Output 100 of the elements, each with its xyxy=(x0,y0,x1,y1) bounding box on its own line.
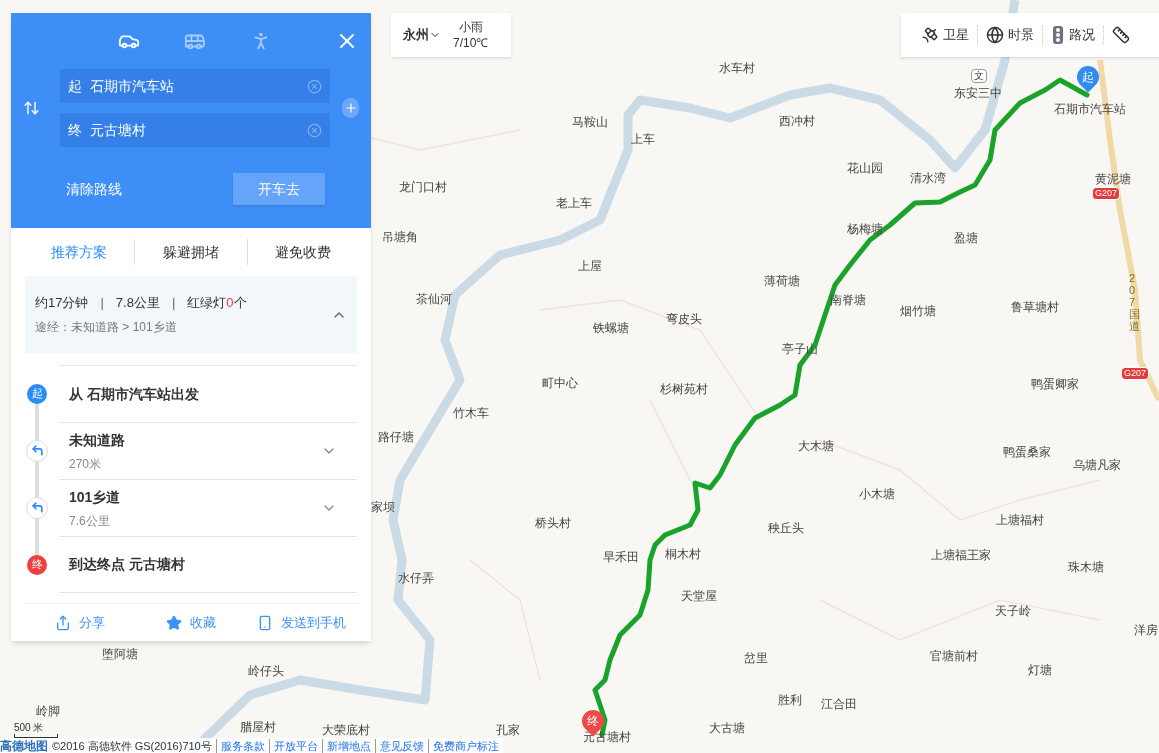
place-label: 鸭蛋桑家 xyxy=(1003,445,1051,459)
clear-icon[interactable] xyxy=(307,122,322,138)
footer-link[interactable]: 新增地点 xyxy=(321,738,371,753)
layer-button[interactable]: 时景 xyxy=(977,25,1042,45)
location-field[interactable]: 终 元古塘村 xyxy=(60,113,330,147)
place-label: 鲁草塘村 xyxy=(1011,300,1059,314)
location-field[interactable]: 起 石期市汽车站 xyxy=(60,69,330,103)
school-sign: 文 xyxy=(971,69,987,83)
layer-button[interactable]: 卫星 xyxy=(913,25,977,45)
ruler-icon xyxy=(1112,26,1130,44)
place-label: 上塘福王家 xyxy=(931,548,991,562)
place-label: 西冲村 xyxy=(779,114,815,128)
place-label: 岭仔头 xyxy=(248,664,284,678)
place-label: 铁螺塘 xyxy=(593,321,629,335)
road-shield: G207 xyxy=(1121,367,1150,380)
footer-link[interactable]: 服务条款 xyxy=(215,738,265,753)
place-label: 老上车 xyxy=(556,196,592,210)
place-label: 早禾田 xyxy=(603,550,639,564)
place-label: 吊塘角 xyxy=(382,230,418,244)
route-option-tab[interactable]: 推荐方案 xyxy=(23,239,135,265)
turn-left-icon xyxy=(26,496,48,519)
place-label: 黄泥塘 xyxy=(1095,172,1131,186)
place-label: 鸭蛋卿家 xyxy=(1031,377,1079,391)
place-label: 灯塘 xyxy=(1028,663,1052,677)
footer-link[interactable]: 免费商户标注 xyxy=(427,738,499,753)
place-label: 胜利 xyxy=(778,693,802,707)
via-roads: 途经：未知道路 > 101乡道 xyxy=(35,319,178,337)
place-label: 珠木塘 xyxy=(1068,560,1104,574)
duration: 约17分钟 xyxy=(35,293,89,312)
layer-button[interactable]: 路况 xyxy=(1042,25,1103,45)
route-option-tab[interactable]: 避免收费 xyxy=(246,239,359,265)
place-label: 大荣底村 xyxy=(322,723,370,737)
place-label: 元古塘村 xyxy=(583,730,631,744)
place-label: 天堂屋 xyxy=(681,589,717,603)
end-badge: 终 xyxy=(27,554,47,575)
separator: | xyxy=(100,293,104,312)
scale-label: 500 米 xyxy=(14,722,45,734)
place-label: 大木塘 xyxy=(798,439,834,453)
field-value: 元古塘村 xyxy=(90,120,147,140)
place-label: 小木塘 xyxy=(859,487,895,501)
place-label: 桐木村 xyxy=(665,547,701,561)
place-label: 大古塘 xyxy=(709,721,745,735)
place-label: 家坝 xyxy=(371,500,395,514)
weather-condition: 小雨 xyxy=(458,19,483,35)
place-label: 龙门口村 xyxy=(399,180,447,194)
road-shield: G207 xyxy=(1092,187,1121,200)
turn-left-icon xyxy=(26,439,48,462)
place-label: 腊屋村 xyxy=(240,720,276,734)
footer-link[interactable]: 开放平台 xyxy=(268,738,318,753)
place-label: 水车村 xyxy=(719,61,755,75)
start-badge: 起 xyxy=(27,383,47,404)
satellite-icon xyxy=(921,26,939,44)
place-label: 上屋 xyxy=(578,259,602,273)
place-label: 孔家 xyxy=(496,723,520,737)
step-title: 到达终点 元古塘村 xyxy=(69,555,186,574)
step-distance: 7.6公里 xyxy=(69,512,111,530)
plus-icon xyxy=(343,101,358,115)
place-label: 东安三中 xyxy=(954,86,1002,100)
map-logo: 高德地图 xyxy=(0,738,48,753)
place-label: 薄荷塘 xyxy=(764,274,800,288)
footer-link[interactable]: 意见反馈 xyxy=(374,738,424,753)
action-button[interactable]: 收藏 xyxy=(135,612,247,633)
city-dropdown[interactable]: 永州 xyxy=(403,25,441,45)
action-button[interactable]: 分享 xyxy=(25,612,136,633)
separator: | xyxy=(171,293,176,312)
place-label: 乌塘凡家 xyxy=(1073,458,1121,472)
place-label: 官塘前村 xyxy=(930,649,978,663)
globe-icon xyxy=(986,26,1004,44)
action-button[interactable]: 发送到手机 xyxy=(246,612,357,633)
route-summary[interactable]: 约17分钟 | 7.8公里 | 红绿灯0个 途经：未知道路 > 101乡道 xyxy=(25,276,357,353)
step-title: 未知道路 xyxy=(69,430,126,450)
place-label: 町中心 xyxy=(542,376,578,390)
drive-button[interactable]: 开车去 xyxy=(233,173,325,205)
share-icon xyxy=(55,614,72,631)
step-distance: 270米 xyxy=(69,455,103,473)
place-label: 马鞍山 xyxy=(572,115,608,129)
place-label: 茶仙河 xyxy=(416,292,452,306)
place-label: 弯皮头 xyxy=(666,312,702,326)
field-tag: 终 xyxy=(68,119,82,141)
traffic-light-count: 红绿灯0个 xyxy=(187,293,247,312)
place-label: 盈塘 xyxy=(954,231,978,245)
clear-route-button[interactable]: 清除路线 xyxy=(66,178,122,200)
traffic-light-icon xyxy=(1051,26,1065,44)
star-icon xyxy=(166,614,182,631)
place-label: 洋房 xyxy=(1134,623,1158,637)
clear-icon[interactable] xyxy=(307,78,322,94)
temperature: 7/10℃ xyxy=(453,35,489,51)
place-label: 路仔塘 xyxy=(378,430,414,444)
field-value: 石期市汽车站 xyxy=(90,76,175,96)
step-title: 从 石期市汽车站出发 xyxy=(69,384,200,404)
route-option-tab[interactable]: 躲避拥堵 xyxy=(134,239,247,265)
place-label: 秧丘头 xyxy=(768,521,804,535)
field-tag: 起 xyxy=(68,75,82,97)
place-label: 烟竹塘 xyxy=(900,304,936,318)
add-waypoint-button[interactable] xyxy=(342,98,359,118)
place-label: 清水湾 xyxy=(910,171,946,185)
place-label: 上塘福村 xyxy=(996,513,1044,527)
copyright-text: ©2016 高德软件 GS(2016)710号 xyxy=(52,738,212,753)
place-label: 花山园 xyxy=(847,161,883,175)
place-label: 石期市汽车站 xyxy=(1054,102,1126,116)
